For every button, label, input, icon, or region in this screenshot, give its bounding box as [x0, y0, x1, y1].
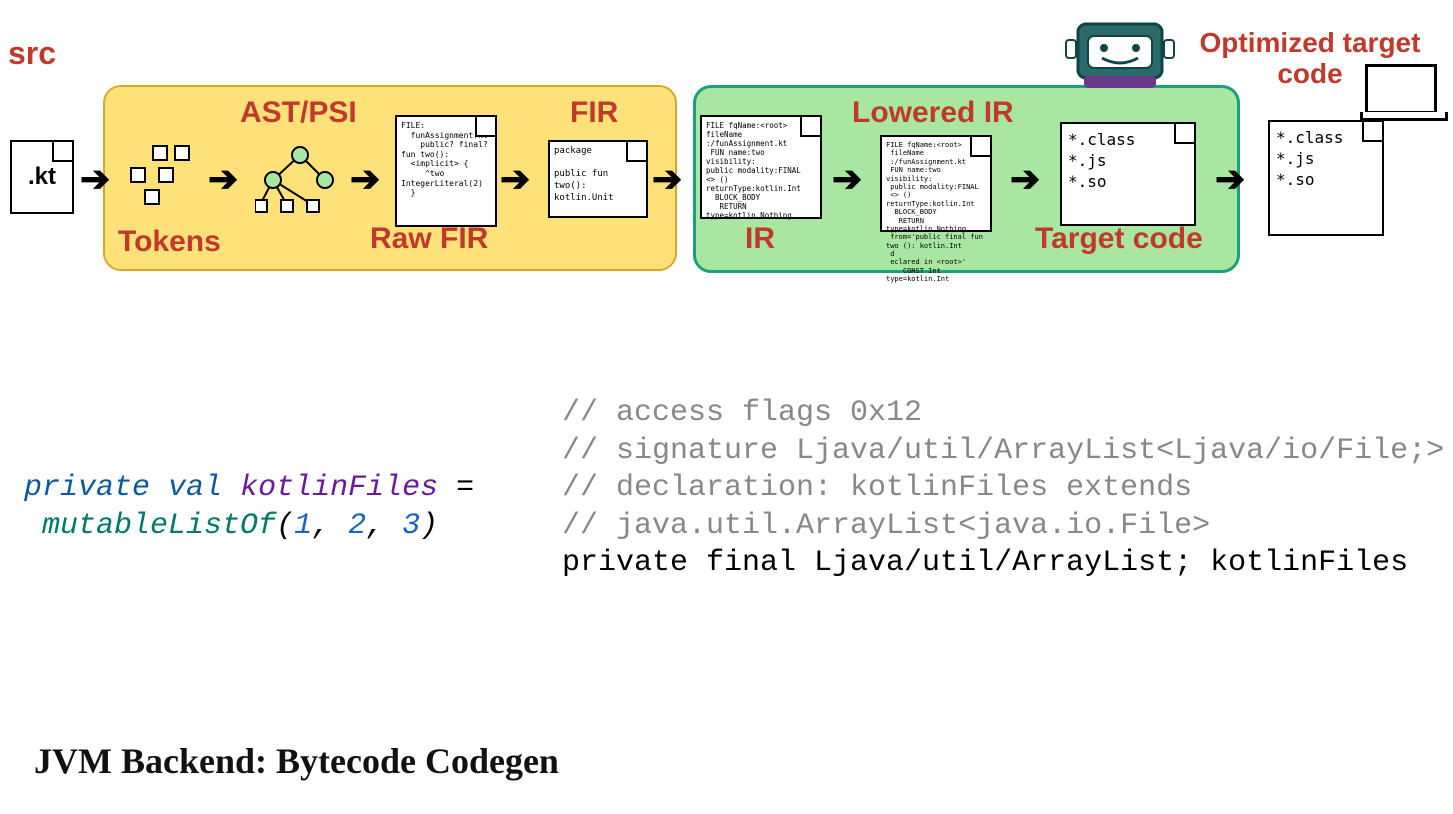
file-optimized: *.class *.js *.so: [1268, 120, 1384, 236]
arrow-icon: ➔: [1215, 158, 1245, 200]
arrow-icon: ➔: [208, 158, 238, 200]
kotlin-kw-val: val: [168, 471, 222, 505]
tokens-icon: [130, 145, 195, 205]
arrow-icon: ➔: [350, 158, 380, 200]
kotlin-paren-open: (: [276, 509, 294, 543]
kotlin-paren-close: ): [420, 509, 438, 543]
label-target: Target code: [1035, 222, 1203, 256]
file-fold-icon: [970, 137, 990, 157]
kotlin-comma2: ,: [366, 509, 402, 543]
file-kt-text: .kt: [28, 163, 56, 191]
file-lowered: FILE fqName:<root> fileName :/funAssignm…: [880, 135, 992, 232]
kotlin-code: private val kotlinFiles = mutableListOf(…: [24, 470, 474, 545]
label-fir: FIR: [570, 96, 618, 130]
file-fold-icon: [626, 142, 646, 162]
bytecode-code: // access flags 0x12 // signature Ljava/…: [562, 395, 1444, 583]
optimized-content: *.class *.js *.so: [1276, 128, 1376, 190]
arrow-icon: ➔: [500, 158, 530, 200]
kotlin-num2: 2: [348, 509, 366, 543]
kotlin-num1: 1: [294, 509, 312, 543]
file-fold-icon: [1362, 122, 1382, 142]
kotlin-fn: mutableListOf: [42, 509, 276, 543]
kotlin-num3: 3: [402, 509, 420, 543]
laptop-icon: [1365, 64, 1437, 114]
file-fold-icon: [475, 117, 495, 137]
file-rawfir: FILE: funAssignment.kt public? final? fu…: [395, 115, 497, 227]
bytecode-l5: private final Ljava/util/ArrayList; kotl…: [562, 546, 1408, 580]
label-lowered: Lowered IR: [852, 96, 1014, 130]
label-rawfir: Raw FIR: [370, 222, 488, 256]
bytecode-l4: // java.util.ArrayList<java.io.File>: [562, 509, 1210, 543]
arrow-icon: ➔: [832, 158, 862, 200]
slide-title: JVM Backend: Bytecode Codegen: [34, 740, 559, 782]
file-fold-icon: [800, 117, 820, 137]
file-target: *.class *.js *.so: [1060, 122, 1196, 226]
kotlin-comma1: ,: [312, 509, 348, 543]
kotlin-name: kotlinFiles: [240, 471, 438, 505]
arrow-icon: ➔: [652, 158, 682, 200]
label-src: src: [8, 35, 56, 72]
file-ir: FILE fqName:<root> fileName :/funAssignm…: [700, 115, 822, 219]
label-tokens: Tokens: [118, 225, 221, 259]
kotlin-kw-private: private: [24, 471, 150, 505]
robot-icon: [1060, 18, 1180, 90]
file-fold-icon: [1174, 124, 1194, 144]
bytecode-l3: // declaration: kotlinFiles extends: [562, 471, 1192, 505]
arrow-icon: ➔: [80, 158, 110, 200]
label-ir: IR: [745, 222, 775, 256]
bytecode-l2: // signature Ljava/util/ArrayList<Ljava/…: [562, 434, 1444, 468]
file-fir: package public fun two(): kotlin.Unit: [548, 140, 648, 218]
lowered-content: FILE fqName:<root> fileName :/funAssignm…: [886, 141, 986, 284]
arrow-icon: ➔: [1010, 158, 1040, 200]
bytecode-l1: // access flags 0x12: [562, 396, 922, 430]
file-kt: .kt: [10, 140, 74, 214]
target-content: *.class *.js *.so: [1068, 130, 1188, 192]
ast-tree-icon: [255, 145, 345, 220]
label-ast: AST/PSI: [240, 96, 357, 130]
file-fold-icon: [52, 142, 72, 162]
kotlin-eq: =: [438, 471, 474, 505]
